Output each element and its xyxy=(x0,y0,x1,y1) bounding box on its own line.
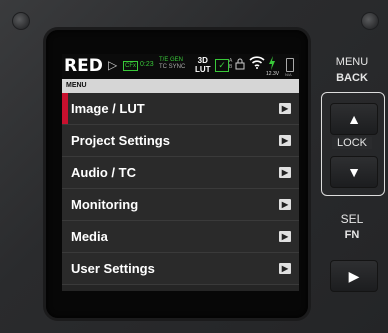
play-indicator-icon: ▷ xyxy=(108,58,118,72)
chevron-right-icon: ▶ xyxy=(279,167,291,178)
menu-item-label: Media xyxy=(71,229,108,244)
voltage-readout: 12.3V xyxy=(266,71,280,77)
up-button[interactable]: ▲ xyxy=(330,103,378,135)
camera-panel: RED ▷ CFx 0:23 T/E GEN TC SYNC 3D LUT ✓ … xyxy=(0,0,388,333)
menu-item-project-settings[interactable]: Project Settings ▶ xyxy=(62,125,299,157)
menu-item-label: Project Settings xyxy=(71,133,170,148)
screw-top-right xyxy=(361,12,379,30)
menu-item-image-lut[interactable]: Image / LUT ▶ xyxy=(62,93,299,125)
chevron-right-icon: ▶ xyxy=(279,231,291,242)
chevron-right-icon: ▶ xyxy=(279,135,291,146)
cfx-badge: CFx xyxy=(123,61,138,71)
screw-top-left xyxy=(12,12,30,30)
timecode: 0:23 xyxy=(140,61,154,68)
tc-sync-indicator: T/E GEN TC SYNC xyxy=(159,57,186,70)
menu-item-label: Image / LUT xyxy=(71,101,145,116)
play-button[interactable]: ▶ xyxy=(330,260,378,292)
sel-button[interactable]: SEL xyxy=(322,212,382,226)
battery-icon xyxy=(286,58,294,72)
menu-item-label: Monitoring xyxy=(71,197,139,212)
menu-header: MENU xyxy=(62,79,299,93)
menu-list: Image / LUT ▶ Project Settings ▶ Audio /… xyxy=(62,93,299,285)
down-button[interactable]: ▼ xyxy=(330,156,378,188)
lock-icon xyxy=(235,58,245,73)
menu-item-audio-tc[interactable]: Audio / TC ▶ xyxy=(62,157,299,189)
menu-item-user-settings[interactable]: User Settings ▶ xyxy=(62,253,299,285)
na-label: N/A xyxy=(285,72,292,77)
3d-lut-indicator: 3D LUT xyxy=(195,56,211,74)
chevron-right-icon: ▶ xyxy=(279,263,291,274)
lcd-screen: RED ▷ CFx 0:23 T/E GEN TC SYNC 3D LUT ✓ … xyxy=(62,54,299,291)
back-label: BACK xyxy=(336,72,368,84)
status-bar: RED ▷ CFx 0:23 T/E GEN TC SYNC 3D LUT ✓ … xyxy=(62,54,299,79)
menu-item-label: Audio / TC xyxy=(71,165,136,180)
ab-indicator: A B xyxy=(229,58,233,70)
menu-item-label: User Settings xyxy=(71,261,155,276)
check-icon: ✓ xyxy=(215,59,229,72)
wifi-icon xyxy=(249,55,265,73)
chevron-right-icon: ▶ xyxy=(279,199,291,210)
chevron-right-icon: ▶ xyxy=(279,103,291,114)
menu-item-media[interactable]: Media ▶ xyxy=(62,221,299,253)
lock-label: LOCK xyxy=(332,137,372,149)
red-logo: RED xyxy=(64,56,103,76)
menu-button[interactable]: MENU xyxy=(322,56,382,68)
fn-label: FN xyxy=(344,229,360,241)
menu-item-monitoring[interactable]: Monitoring ▶ xyxy=(62,189,299,221)
